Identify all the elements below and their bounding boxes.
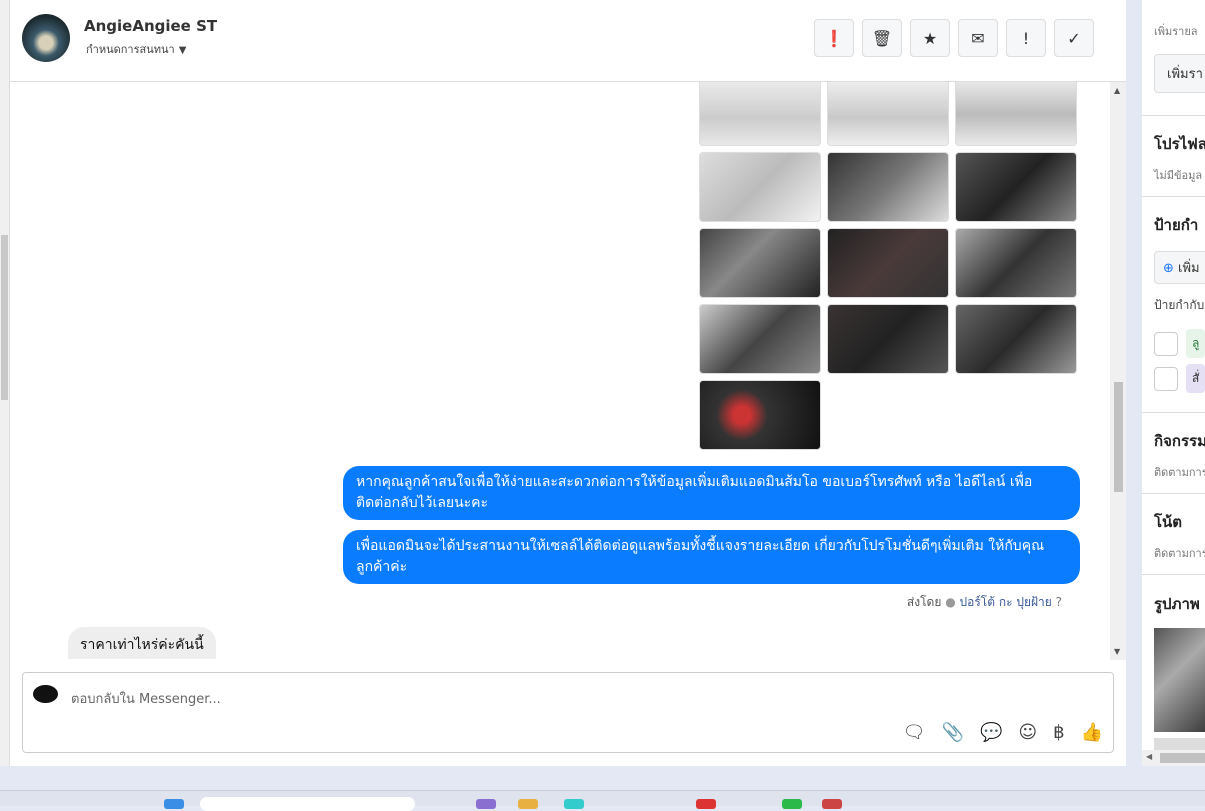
incoming-message: ราคาเท่าไหร่ค่ะคันนี้ [68,627,216,659]
message-list: หากคุณลูกค้าสนใจเพื่อให้ง่ายและสะดวกต่อก… [10,82,1110,660]
profile-empty: ไม่มีข้อมูล [1154,169,1203,182]
line-icon[interactable] [782,799,802,809]
taskbar [0,790,1205,811]
outgoing-message: เพื่อแอดมินจะได้ประสานงานให้เซลล์ได้ติดต… [343,530,1080,584]
outgoing-message: หากคุณลูกค้าสนใจเพื่อให้ง่ายและสะดวกต่อก… [343,466,1080,520]
right-panel-scrollbar[interactable]: ◀ [1142,750,1205,766]
photo-thumbnail[interactable] [1154,628,1205,732]
emoji-icon[interactable]: ☺ [1018,722,1037,743]
label-tag: ลู [1186,329,1205,358]
chat-bubble-icon[interactable]: 💬 [980,722,1002,743]
trash-icon: 🗑 [871,28,893,48]
add-label-button[interactable]: ⊕ เพิ่ม [1154,251,1205,284]
car-photo[interactable] [955,304,1077,374]
label-tag: สั่ [1186,364,1205,393]
envelope-icon: ✉ [971,28,985,48]
trash-button[interactable]: 🗑 [862,19,902,57]
notes-subtitle: ติดตามการ [1154,547,1205,560]
photos-heading: รูปภาพ [1154,595,1200,613]
contact-name[interactable]: AngieAngiee ST [84,17,217,35]
contact-details-panel: เพิ่มรายล เพิ่มรา โปรไฟล ไม่มีข้อมูล ป้า… [1142,0,1205,750]
profile-heading: โปรไฟล [1154,135,1205,153]
alert-circle-icon: ❗ [824,28,844,48]
baht-payment-icon[interactable]: ฿ [1053,722,1064,743]
app-icon[interactable] [564,799,584,809]
labels-heading: ป้ายกำ [1154,216,1199,234]
folder-icon[interactable] [518,799,538,809]
avatar[interactable] [22,14,70,62]
help-icon[interactable]: ? [1056,595,1062,609]
check-icon: ✓ [1067,28,1081,48]
exclamation-button[interactable]: ! [1006,19,1046,57]
car-photo[interactable] [955,152,1077,222]
sent-by-label: ส่งโดย [906,595,942,609]
check-button[interactable]: ✓ [1054,19,1094,57]
start-icon[interactable] [164,799,184,809]
caret-down-icon: ▼ [178,45,187,56]
app-icon[interactable] [476,799,496,809]
car-photo[interactable] [699,304,821,374]
reply-input[interactable]: ตอบกลับใน Messenger... [71,688,221,709]
thumbs-up-icon[interactable]: 👍 [1081,722,1103,743]
label-checkbox[interactable] [1154,331,1178,356]
app-icon[interactable] [696,799,716,809]
app-icon[interactable] [822,799,842,809]
exclamation-icon: ! [1022,28,1030,48]
car-photo[interactable] [699,82,821,146]
star-button[interactable]: ★ [910,19,950,57]
labels-subheading: ป้ายกำกับ [1154,298,1205,312]
envelope-button[interactable]: ✉ [958,19,998,57]
car-photo[interactable] [699,228,821,298]
conversation-panel: AngieAngiee ST กำหนดการสนทนา ▼ ❗ 🗑 ★ ✉! ✓ หาก… [10,0,1126,766]
activity-heading: กิจกรรม [1154,432,1205,450]
car-photo[interactable] [699,380,821,450]
car-photo[interactable] [955,82,1077,146]
car-photo[interactable] [827,228,949,298]
conversation-header: AngieAngiee ST กำหนดการสนทนา ▼ ❗ 🗑 ★ ✉! ✓ [10,0,1126,82]
saved-reply-icon[interactable]: 🗨 [903,722,926,743]
page-avatar [33,685,58,703]
star-icon: ★ [922,28,938,48]
sender-name[interactable]: ปอร์โต้ กะ ปุยฝ้าย [960,595,1052,609]
car-photo[interactable] [699,152,821,222]
conversation-menu-label: กำหนดการสนทนา [86,43,175,56]
car-photo[interactable] [827,304,949,374]
reply-composer[interactable]: ตอบกลับใน Messenger... 🗨 📎 💬 ☺ ฿ 👍 [22,672,1114,753]
left-scrollbar[interactable] [0,0,10,766]
alert-circle-button[interactable]: ❗ [814,19,854,57]
conversation-menu[interactable]: กำหนดการสนทนา ▼ [86,40,186,58]
car-photo[interactable] [955,228,1077,298]
add-details-button[interactable]: เพิ่มรา [1154,54,1205,93]
attachment-icon[interactable]: 📎 [942,722,964,743]
messages-scrollbar[interactable]: ▲ ▼ [1110,82,1126,660]
car-photo[interactable] [827,82,949,146]
activity-subtitle: ติดตามการ [1154,466,1205,479]
label-checkbox[interactable] [1154,366,1178,391]
car-photo[interactable] [827,152,949,222]
check-icon: ● [945,595,956,609]
details-subtitle: เพิ่มรายล [1154,25,1198,38]
add-label-text: เพิ่ม [1178,261,1200,276]
sent-by: ส่งโดย ● ปอร์โต้ กะ ปุยฝ้าย ? [907,593,1062,612]
notes-heading: โน้ต [1154,513,1183,531]
plus-circle-icon: ⊕ [1163,261,1174,276]
